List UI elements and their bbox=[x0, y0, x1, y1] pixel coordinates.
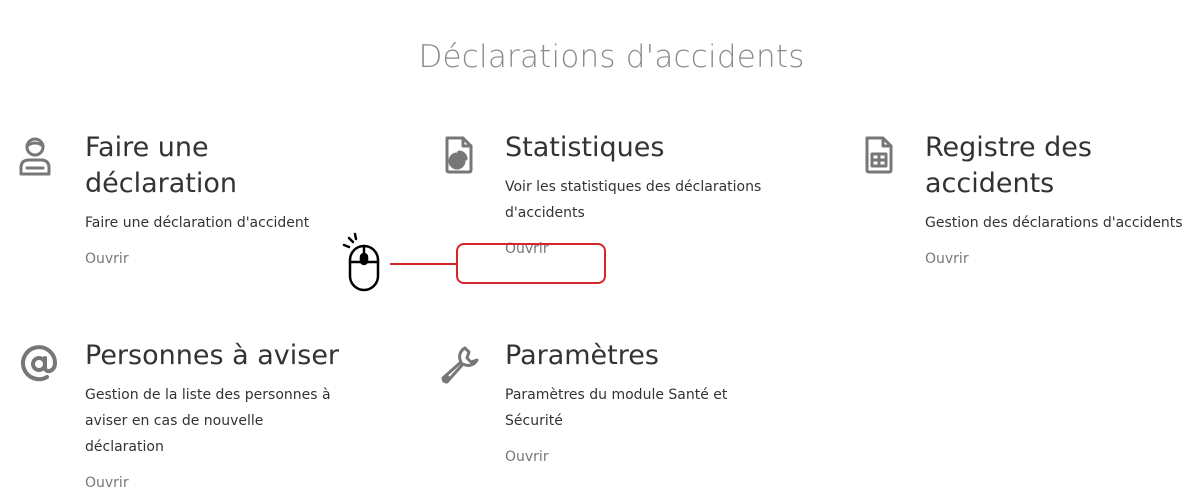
card-description: Gestion des déclarations d'accidents bbox=[925, 215, 1183, 231]
card-body: Statistiques Voir les statistiques des d… bbox=[505, 130, 765, 258]
annotation-pointer-line bbox=[390, 263, 456, 265]
card-title: Faire une déclaration bbox=[85, 132, 238, 199]
card-body: Registre des accidents Gestion des décla… bbox=[925, 130, 1185, 268]
card-title: Personnes à aviser bbox=[85, 340, 340, 371]
open-link-personnes[interactable]: Ouvrir bbox=[85, 475, 129, 491]
card-description: Faire une déclaration d'accident bbox=[85, 215, 310, 231]
annotation-highlight-box bbox=[456, 243, 606, 284]
card-description: Voir les statistiques des déclarations d… bbox=[505, 179, 762, 221]
mouse-click-icon bbox=[340, 230, 384, 292]
open-link-registre[interactable]: Ouvrir bbox=[925, 251, 969, 267]
wrench-icon bbox=[435, 338, 483, 386]
at-sign-icon bbox=[15, 338, 63, 386]
card-title: Statistiques bbox=[505, 132, 665, 163]
card-body: Personnes à aviser Gestion de la liste d… bbox=[85, 338, 345, 492]
open-link-declaration[interactable]: Ouvrir bbox=[85, 251, 129, 267]
card-title: Registre des accidents bbox=[925, 132, 1092, 199]
card-description: Gestion de la liste des personnes à avis… bbox=[85, 387, 331, 455]
page-title: Déclarations d'accidents bbox=[418, 38, 805, 75]
card-title: Paramètres bbox=[505, 340, 659, 371]
card-body: Paramètres Paramètres du module Santé et… bbox=[505, 338, 765, 466]
open-link-parametres[interactable]: Ouvrir bbox=[505, 449, 549, 465]
file-table-icon bbox=[855, 130, 903, 178]
card-body: Faire une déclaration Faire une déclarat… bbox=[85, 130, 345, 268]
card-description: Paramètres du module Santé et Sécurité bbox=[505, 387, 728, 429]
file-chart-icon bbox=[435, 130, 483, 178]
page: Déclarations d'accidents Faire une décla… bbox=[0, 0, 1193, 503]
worker-icon bbox=[15, 130, 63, 178]
